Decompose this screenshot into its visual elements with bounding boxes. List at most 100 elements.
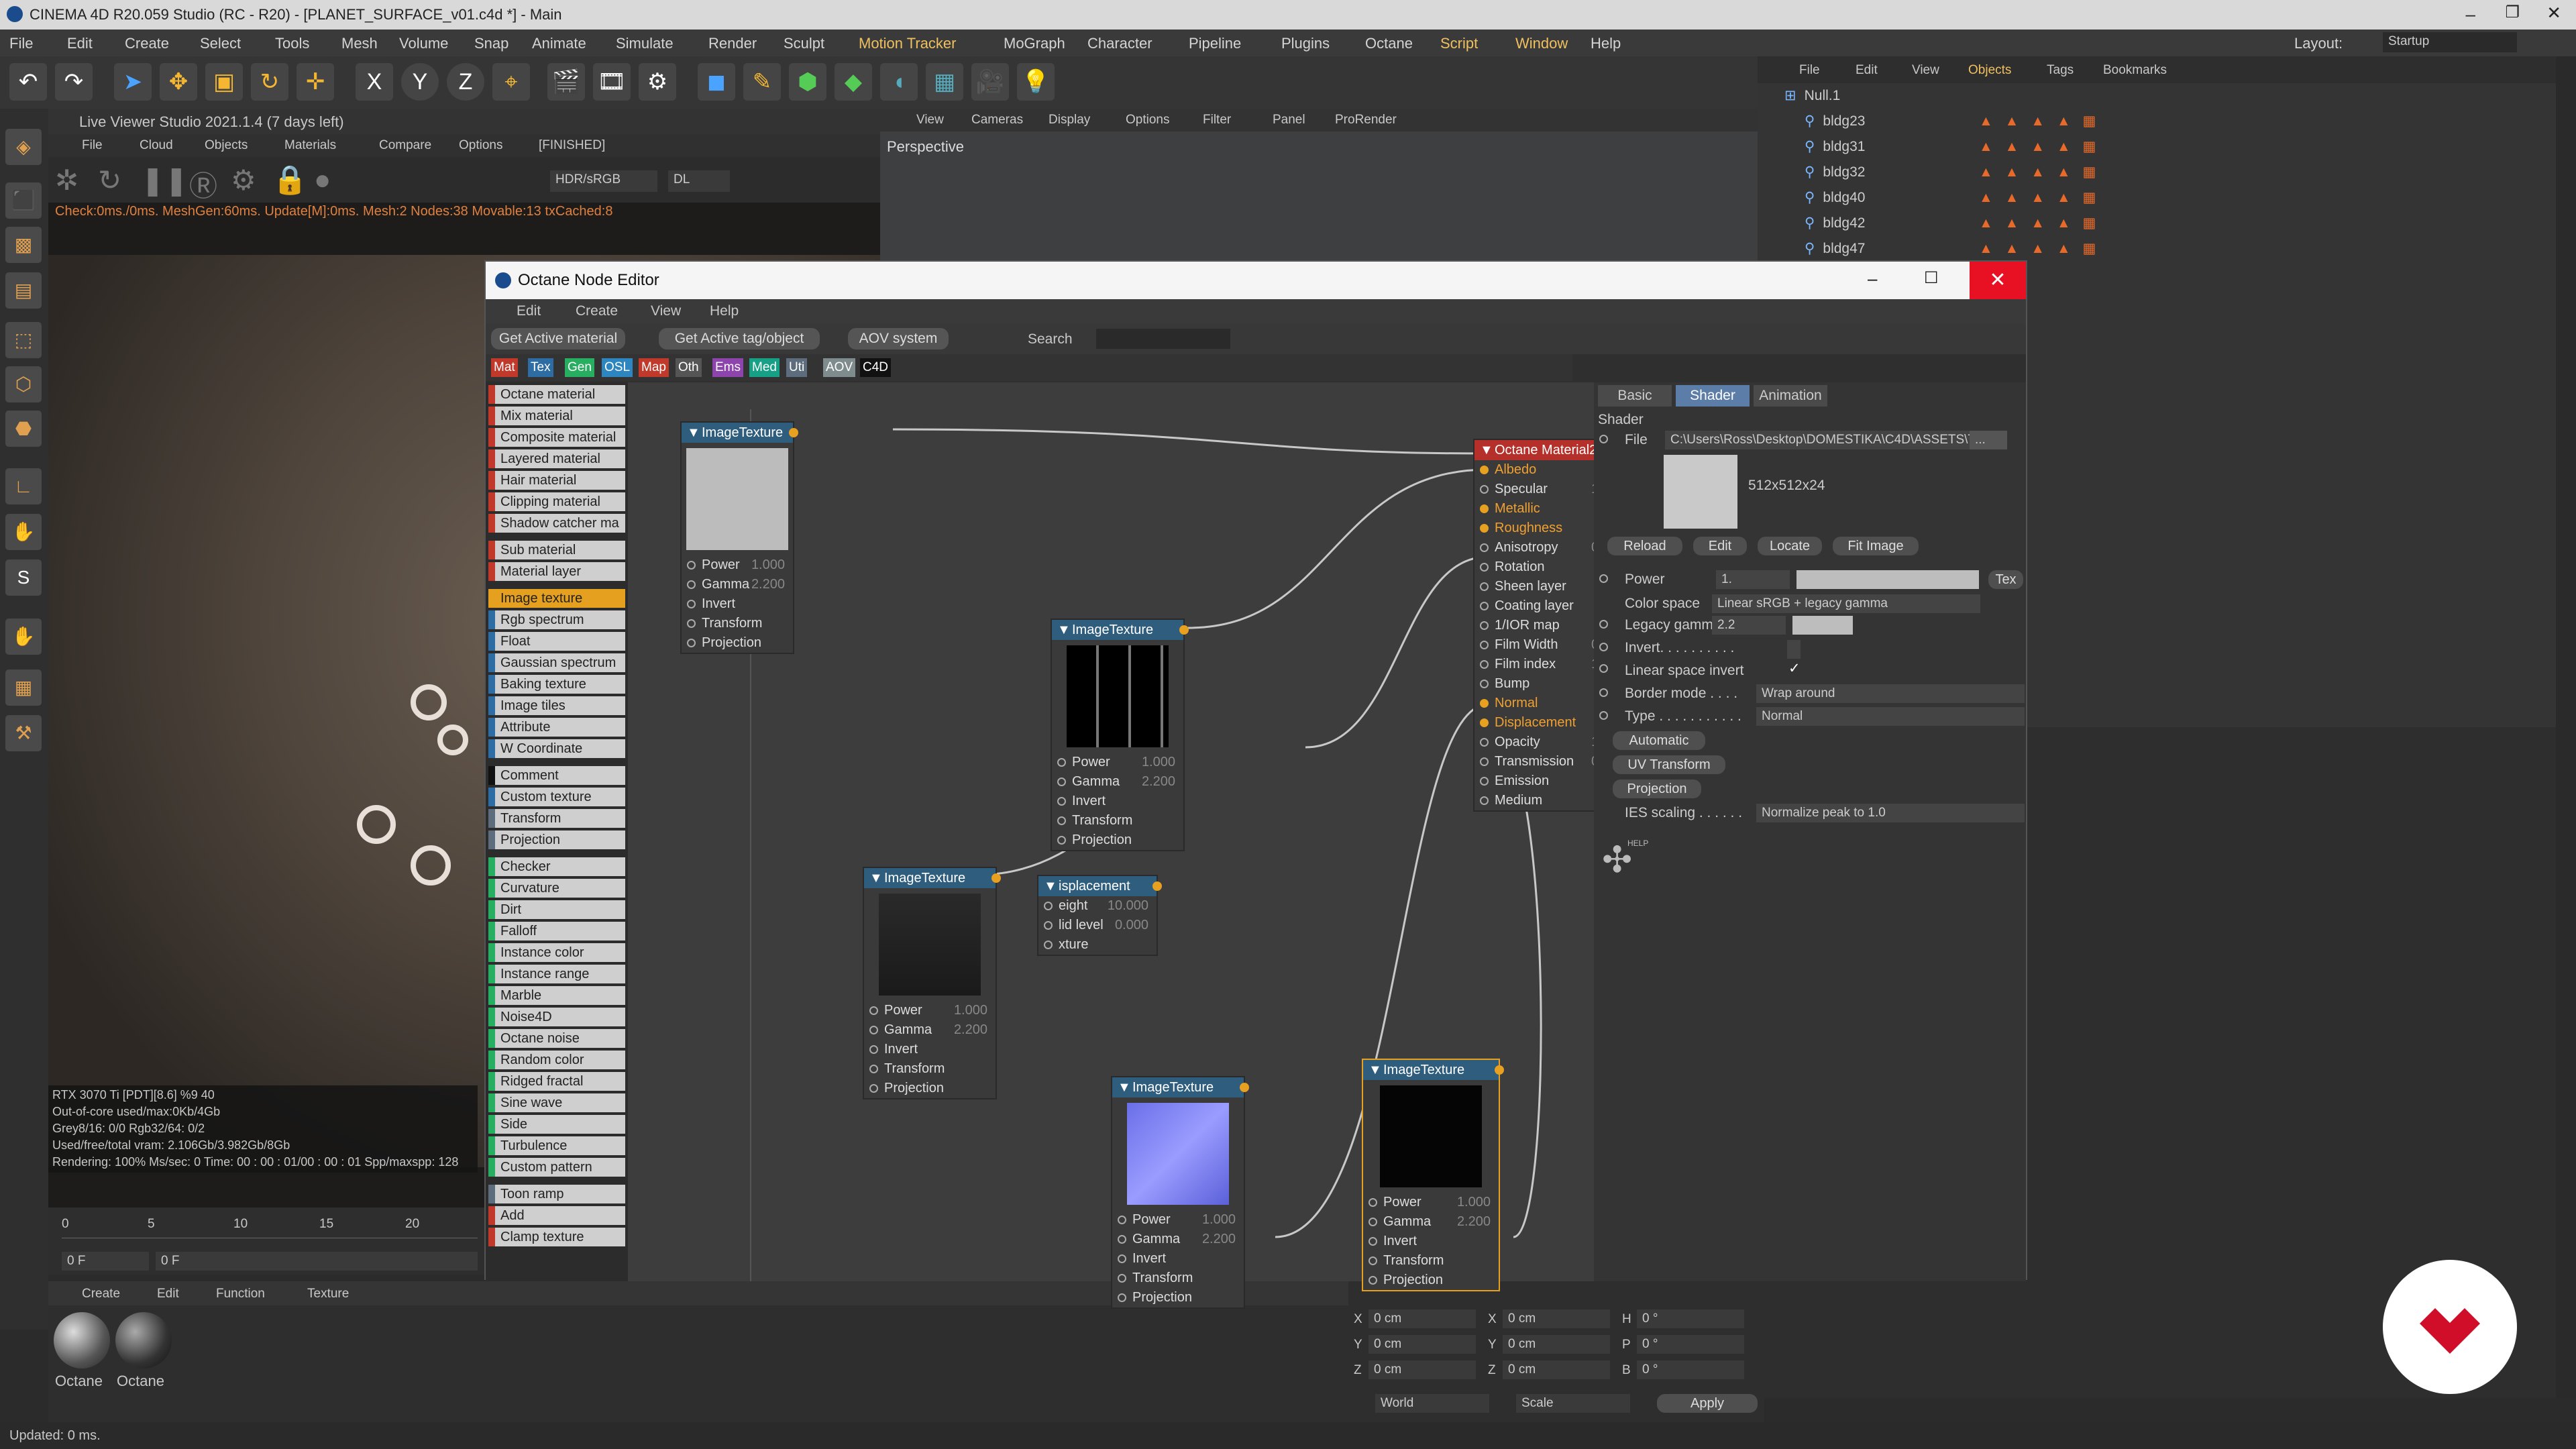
node-list-item[interactable]: Checker: [488, 857, 625, 876]
viewport-menu-view[interactable]: View: [916, 113, 944, 127]
region-icon[interactable]: Ⓡ: [189, 164, 217, 205]
category-tab-med[interactable]: Med: [749, 358, 780, 377]
restore-icon[interactable]: ❐: [2505, 3, 2520, 22]
node-list-item[interactable]: Hair material: [488, 471, 625, 490]
floor-icon[interactable]: ▦: [926, 63, 963, 101]
power-field[interactable]: 1.: [1716, 570, 1790, 589]
object-row[interactable]: ⚲ bldg47 ▲ ▲ ▲ ▲ ▦: [1805, 240, 2542, 262]
node-port-row[interactable]: Projection: [1363, 1271, 1499, 1290]
node-list-item[interactable]: Side: [488, 1115, 625, 1134]
power-slider[interactable]: [1796, 570, 1979, 589]
node-port-row[interactable]: Invert: [1112, 1249, 1244, 1269]
material-menu-edit[interactable]: Edit: [157, 1287, 179, 1301]
viewer-menu-6[interactable]: [FINISHED]: [539, 138, 605, 153]
node-list-item[interactable]: Image tiles: [488, 696, 625, 715]
menu-animate[interactable]: Animate: [532, 35, 586, 52]
frame-range-field[interactable]: 0 F: [156, 1252, 478, 1271]
animation-radio[interactable]: [1599, 643, 1608, 651]
coord-field[interactable]: 0 cm: [1368, 1335, 1476, 1354]
animation-radio[interactable]: [1599, 574, 1608, 583]
node-editor-close-button[interactable]: ✕: [1970, 262, 2026, 299]
rotate-icon[interactable]: ↻: [251, 63, 288, 101]
undo-icon[interactable]: ↶: [9, 63, 47, 101]
node-port-row[interactable]: Transform: [864, 1059, 996, 1079]
coord-field[interactable]: 0 cm: [1503, 1309, 1610, 1328]
node-editor-menu-help[interactable]: Help: [710, 303, 739, 319]
input-pin[interactable]: [1480, 504, 1489, 513]
node-port-row[interactable]: Gamma 2.200: [864, 1020, 996, 1040]
uv-transform-button[interactable]: UV Transform: [1613, 755, 1725, 774]
deformer-icon[interactable]: ◖: [880, 63, 918, 101]
object-menu-tags[interactable]: Tags: [2047, 63, 2074, 78]
output-pin[interactable]: [1179, 625, 1189, 635]
node-port-row[interactable]: Power 1.000: [1363, 1193, 1499, 1212]
viewer-menu-2[interactable]: Objects: [205, 138, 248, 153]
output-pin[interactable]: [789, 428, 798, 437]
node-list-item[interactable]: Custom pattern: [488, 1158, 625, 1177]
image-texture-node[interactable]: isplacement ▼ eight 10.000 lid level 0.000 xtu…: [1037, 875, 1162, 956]
automatic-button[interactable]: Automatic: [1613, 731, 1705, 750]
input-pin[interactable]: [1057, 816, 1066, 825]
render-picture-viewer-icon[interactable]: 🎞: [593, 63, 631, 101]
menu-sculpt[interactable]: Sculpt: [784, 35, 824, 52]
aov-system-button[interactable]: AOV system: [848, 328, 949, 350]
node-port-row[interactable]: Gamma 2.200: [1052, 772, 1183, 792]
category-tab-mat[interactable]: Mat: [491, 358, 518, 377]
node-list-item[interactable]: Layered material: [488, 449, 625, 468]
move-icon[interactable]: ✥: [160, 63, 197, 101]
type-select[interactable]: Normal: [1756, 707, 2025, 726]
sphere-icon[interactable]: ●: [314, 164, 331, 196]
object-menu-view[interactable]: View: [1912, 63, 1939, 78]
menu-select[interactable]: Select: [200, 35, 241, 52]
viewport-menu-panel[interactable]: Panel: [1273, 113, 1305, 127]
legacy-gamma-field[interactable]: 2.2: [1712, 616, 1786, 635]
node-port-row[interactable]: Transform: [1363, 1251, 1499, 1271]
category-tab-oth[interactable]: Oth: [676, 358, 702, 377]
input-pin[interactable]: [1480, 466, 1489, 474]
make-editable-icon[interactable]: ◈: [5, 129, 42, 165]
select-icon[interactable]: ➤: [114, 63, 152, 101]
tex-button[interactable]: Tex: [1988, 570, 2023, 589]
object-row[interactable]: ⊞ Null.1: [1784, 87, 2522, 109]
render-settings-icon[interactable]: ⚙: [639, 63, 676, 101]
image-texture-node[interactable]: ImageTexture ▼ Power 1.000 Gamma 2.200 Invert T…: [680, 421, 798, 654]
viewport-menu-filter[interactable]: Filter: [1203, 113, 1231, 127]
node-port-row[interactable]: Gamma 2.200: [682, 575, 793, 594]
node-list-item[interactable]: Add: [488, 1206, 625, 1225]
file-fit-image-button[interactable]: Fit Image: [1833, 537, 1919, 555]
collapse-icon[interactable]: ▼: [1480, 440, 1493, 460]
ies-scaling-select[interactable]: Normalize peak to 1.0: [1756, 804, 2025, 822]
file-reload-button[interactable]: Reload: [1607, 537, 1682, 555]
output-pin[interactable]: [1152, 881, 1162, 891]
material-menu-create[interactable]: Create: [82, 1287, 120, 1301]
menu-window[interactable]: Window: [1515, 35, 1568, 52]
render-view-icon[interactable]: 🎬: [547, 63, 585, 101]
menu-volume[interactable]: Volume: [399, 35, 448, 52]
input-pin[interactable]: [1118, 1274, 1126, 1283]
input-pin[interactable]: [1044, 921, 1053, 930]
input-pin[interactable]: [687, 600, 696, 608]
apply-button[interactable]: Apply: [1657, 1394, 1758, 1413]
input-pin[interactable]: [1057, 777, 1066, 786]
menu-snap[interactable]: Snap: [474, 35, 508, 52]
file-browse-button[interactable]: ...: [1970, 431, 2007, 449]
input-pin[interactable]: [869, 1026, 878, 1034]
input-pin[interactable]: [1044, 941, 1053, 949]
file-edit-button[interactable]: Edit: [1693, 537, 1747, 555]
viewer-menu-5[interactable]: Options: [459, 138, 502, 153]
pause-icon[interactable]: ❚❚: [141, 164, 188, 197]
menu-plugins[interactable]: Plugins: [1281, 35, 1330, 52]
object-row[interactable]: ⚲ bldg42 ▲ ▲ ▲ ▲ ▦: [1805, 215, 2542, 236]
output-pin[interactable]: [991, 873, 1001, 883]
node-port-row[interactable]: Projection: [1112, 1288, 1244, 1307]
redo-icon[interactable]: ↷: [55, 63, 93, 101]
refresh-icon[interactable]: ↻: [98, 164, 121, 197]
image-texture-node[interactable]: ImageTexture ▼ Power 1.000 Gamma 2.200 Invert T…: [1111, 1076, 1249, 1309]
input-pin[interactable]: [1118, 1293, 1126, 1302]
node-list-item[interactable]: Baking texture: [488, 675, 625, 694]
node-port-row[interactable]: Projection: [682, 633, 793, 653]
viewport-menu-prorender[interactable]: ProRender: [1335, 113, 1397, 127]
menu-mograph[interactable]: MoGraph: [1004, 35, 1065, 52]
snap-icon[interactable]: S: [5, 559, 42, 596]
input-pin[interactable]: [1480, 777, 1489, 786]
